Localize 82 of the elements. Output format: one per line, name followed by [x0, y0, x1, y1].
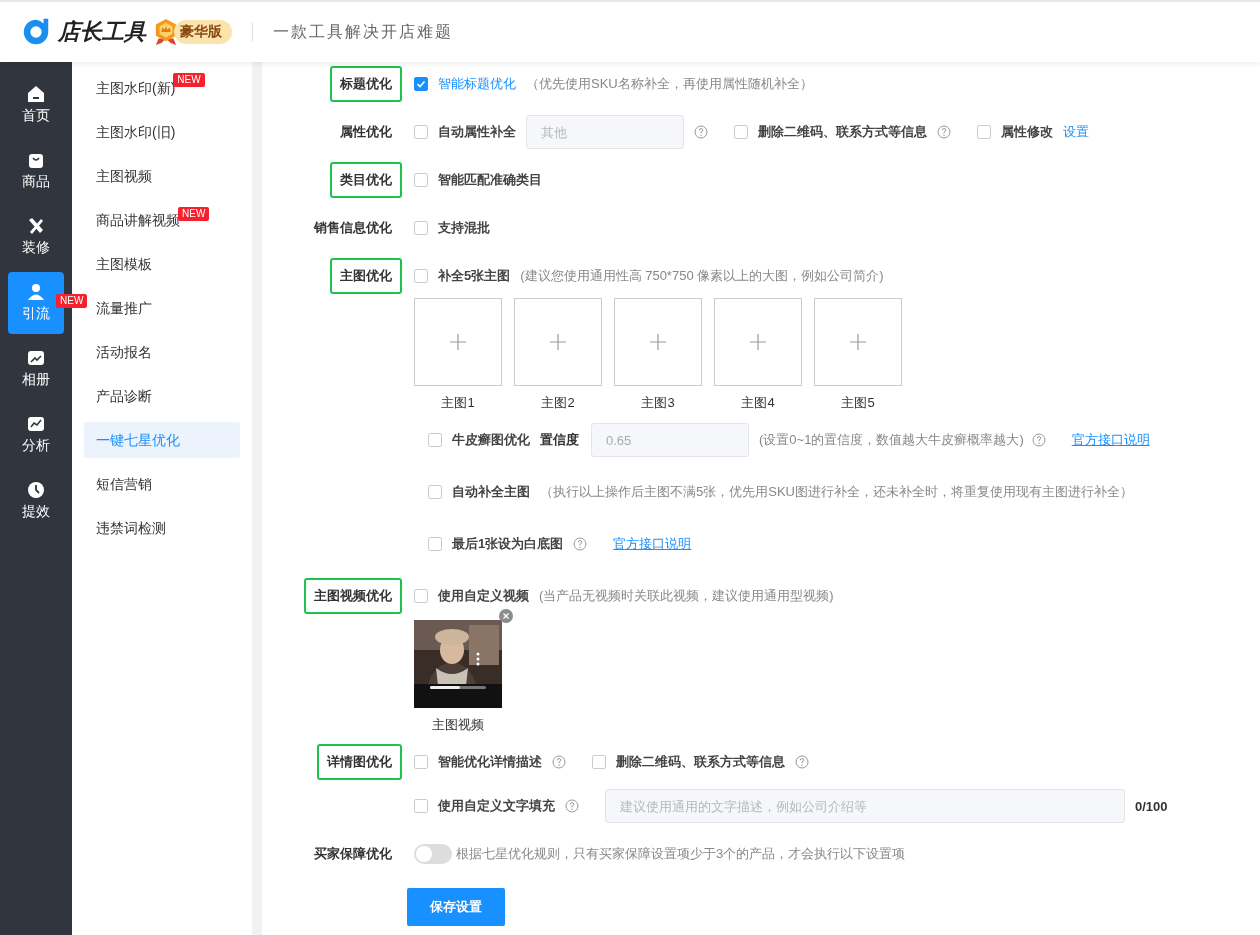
hint-text: 根据七星优化规则，只有买家保障设置项少于3个的产品，才会执行以下设置项: [456, 845, 906, 863]
checkbox[interactable]: 牛皮癣图优化: [428, 431, 530, 449]
hint-text: (建议您使用通用性高 750*750 像素以上的大图，例如公司简介): [520, 267, 884, 285]
submenu-item[interactable]: 主图视频: [84, 158, 152, 194]
help-icon[interactable]: [937, 125, 951, 139]
submenu-item[interactable]: 商品讲解视频: [84, 202, 180, 238]
help-icon[interactable]: [1031, 433, 1046, 447]
checkbox[interactable]: 最后1张设为白底图: [428, 535, 564, 553]
new-badge: NEW: [56, 294, 88, 308]
logo-text: 店长工具: [58, 18, 146, 46]
input-field[interactable]: 其他: [526, 115, 684, 149]
checkbox[interactable]: 使用自定义文字填充: [414, 797, 555, 815]
plus-icon: [548, 332, 568, 352]
nav-item[interactable]: 分析: [8, 404, 64, 466]
checkbox[interactable]: 使用自定义视频: [414, 587, 529, 605]
help-icon[interactable]: [573, 537, 588, 551]
medal-icon: [154, 18, 178, 46]
submenu-item[interactable]: 短信营销: [84, 466, 152, 502]
slogan: 一款工具解决开店难题: [273, 21, 453, 43]
hint-text: （优先使用SKU名称补全，再使用属性随机补全）: [526, 75, 813, 93]
hint-text: (当产品无视频时关联此视频，建议使用通用型视频): [539, 587, 834, 605]
plus-icon: [448, 332, 468, 352]
edition-badge: 豪华版: [174, 20, 232, 44]
checkbox[interactable]: 智能匹配准确类目: [414, 171, 542, 189]
form-label: 销售信息优化: [312, 219, 393, 237]
help-icon[interactable]: [694, 125, 708, 139]
form-label: 详情图优化: [317, 744, 402, 780]
check-icon: [416, 79, 426, 89]
nav-item[interactable]: 首页: [8, 74, 64, 136]
submenu-item[interactable]: 活动报名: [84, 334, 152, 370]
new-badge: NEW: [178, 207, 210, 221]
checkbox[interactable]: 自动属性补全: [414, 123, 516, 141]
nav-item[interactable]: 装修: [8, 206, 64, 268]
plus-icon: [748, 332, 768, 352]
new-badge: NEW: [173, 73, 205, 87]
plus-icon: [848, 332, 868, 352]
help-icon[interactable]: [565, 799, 579, 813]
checkbox[interactable]: 智能优化详情描述: [414, 753, 542, 771]
video-caption: 主图视频: [432, 716, 484, 734]
form-label: 标题优化: [330, 66, 402, 102]
checkbox[interactable]: 属性修改: [977, 123, 1053, 141]
upload-caption: 主图4: [741, 394, 775, 412]
field-label: 0/100: [1135, 798, 1168, 814]
upload-box[interactable]: [414, 298, 502, 386]
help-icon[interactable]: [795, 755, 809, 769]
checkbox[interactable]: 删除二维码、联系方式等信息: [734, 123, 927, 141]
clock-icon: [27, 481, 45, 499]
home-icon: [27, 85, 45, 103]
upload-box[interactable]: [814, 298, 902, 386]
chart-icon: [27, 415, 45, 433]
hint-text: （执行以上操作后主图不满5张，优先用SKU图进行补全，还未补全时，将重复使用现有主图进行补全）: [540, 483, 1133, 501]
form-label: 类目优化: [330, 162, 402, 198]
person-icon: [27, 283, 45, 301]
form-label: 属性优化: [339, 123, 393, 141]
nav-item[interactable]: 商品: [8, 140, 64, 202]
plus-icon: [648, 332, 668, 352]
nav-item[interactable]: 提效: [8, 470, 64, 532]
submenu-item[interactable]: 主图水印(旧): [84, 114, 176, 150]
checkbox[interactable]: 补全5张主图: [414, 267, 511, 285]
nav-item[interactable]: 相册: [8, 338, 64, 400]
upload-box[interactable]: [714, 298, 802, 386]
bag-icon: [27, 151, 45, 169]
close-icon[interactable]: [499, 609, 513, 623]
upload-box[interactable]: [614, 298, 702, 386]
checkbox[interactable]: 删除二维码、联系方式等信息: [592, 753, 785, 771]
field-label: 置信度: [540, 431, 579, 449]
submenu-item[interactable]: 产品诊断: [84, 378, 152, 414]
hint-text: (设置0~1的置信度，数值越大牛皮癣概率越大): [759, 431, 1024, 449]
form-label: 买家保障优化: [313, 845, 393, 863]
upload-caption: 主图1: [441, 394, 475, 412]
submenu-item[interactable]: 主图模板: [84, 246, 152, 282]
upload-caption: 主图3: [641, 394, 675, 412]
help-icon[interactable]: [552, 755, 566, 769]
upload-caption: 主图5: [841, 394, 875, 412]
form-label: 主图优化: [330, 258, 402, 294]
upload-caption: 主图2: [541, 394, 575, 412]
toggle-switch[interactable]: [414, 844, 452, 864]
checkbox[interactable]: 自动补全主图: [428, 483, 530, 501]
submenu-item[interactable]: 违禁词检测: [84, 510, 166, 546]
form-label: 主图视频优化: [304, 578, 402, 614]
checkbox[interactable]: 支持混批: [414, 219, 490, 237]
upload-box[interactable]: [514, 298, 602, 386]
